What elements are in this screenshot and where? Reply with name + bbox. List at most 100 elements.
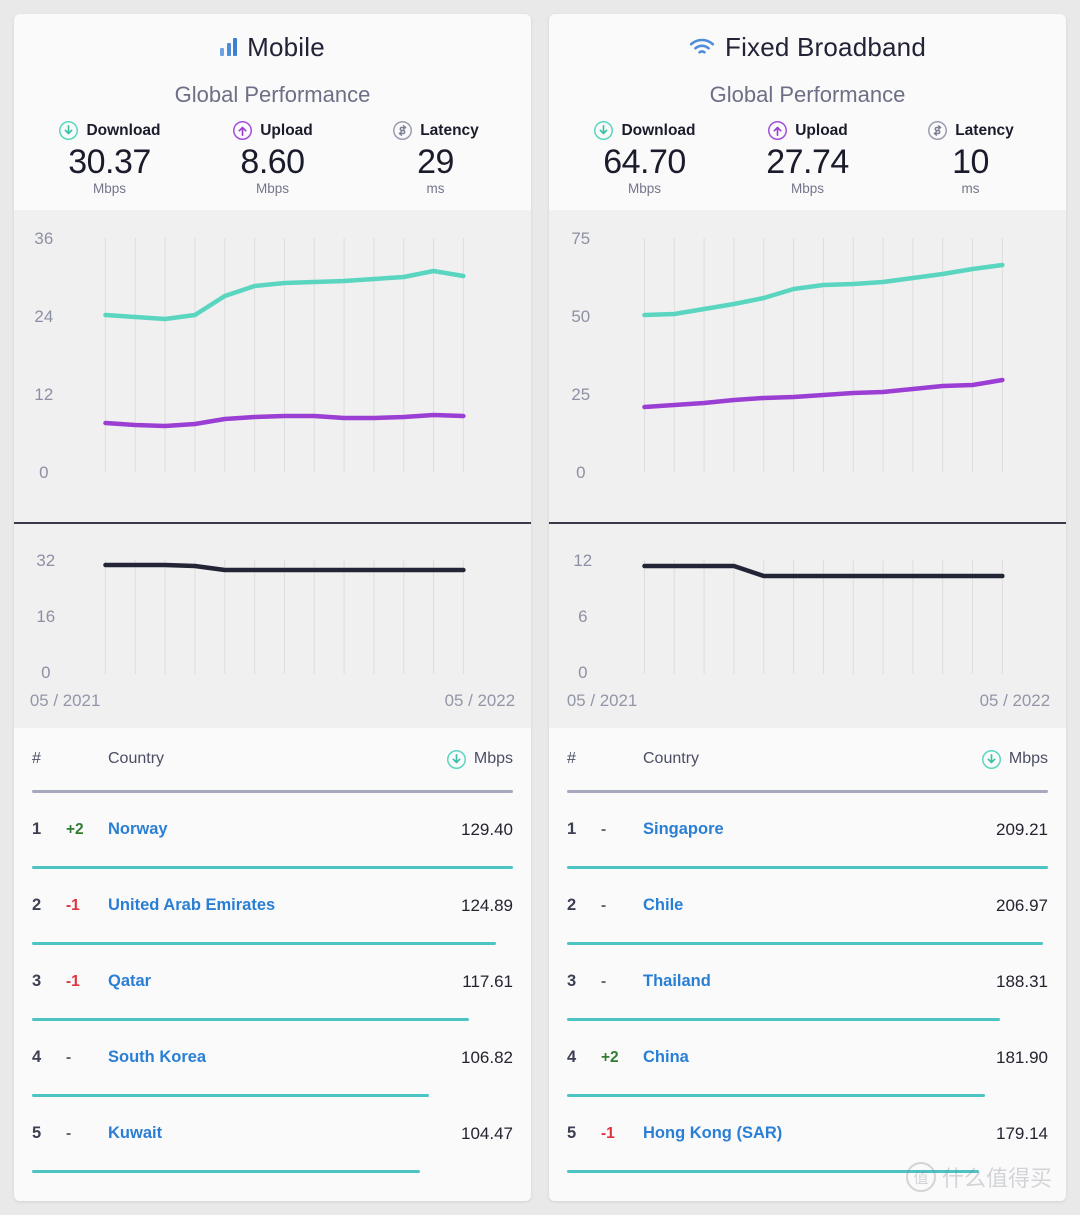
row-value: 106.82	[461, 1048, 513, 1068]
chart-speed-mobile: 36 24 12 0	[14, 210, 531, 524]
row-country-link[interactable]: China	[643, 1048, 996, 1067]
chart-latency-mobile-svg: 32 16 0 05 / 2021 05 / 2022	[14, 524, 531, 728]
latency-swap-icon	[927, 120, 948, 141]
row-rank-change: -1	[601, 1125, 643, 1143]
row-country-link[interactable]: Hong Kong (SAR)	[643, 1124, 996, 1143]
metric-value: 8.60	[240, 143, 304, 182]
row-speed-bar-track	[32, 1094, 513, 1097]
table-row[interactable]: 2 -1 United Arab Emirates 124.89	[32, 869, 513, 942]
row-rank: 1	[567, 820, 601, 839]
row-rank: 2	[32, 896, 66, 915]
download-arrow-icon	[58, 120, 79, 141]
metric-upload: Upload 8.60 Mbps	[191, 120, 354, 196]
table-row[interactable]: 5 -1 Hong Kong (SAR) 179.14	[567, 1097, 1048, 1170]
x-tick-end: 05 / 2022	[445, 691, 515, 710]
table-row[interactable]: 3 -1 Qatar 117.61	[32, 945, 513, 1018]
row-speed-bar-track	[567, 866, 1048, 869]
row-rank-change: -	[601, 897, 643, 915]
row-rank-change: -1	[66, 973, 108, 991]
panel-header-fixed-broadband: Fixed Broadband	[549, 14, 1066, 80]
metric-label: Download	[621, 122, 695, 140]
row-country-link[interactable]: Thailand	[643, 972, 996, 991]
metric-unit: Mbps	[628, 181, 661, 196]
row-value: 188.31	[996, 972, 1048, 992]
row-speed-bar-track	[567, 942, 1048, 945]
table-row[interactable]: 4 +2 China 181.90	[567, 1021, 1048, 1094]
row-value: 181.90	[996, 1048, 1048, 1068]
col-header-rank: #	[567, 750, 601, 768]
chart-speed-fixed-broadband: 75 50 25 0	[549, 210, 1066, 524]
metric-value: 64.70	[603, 143, 686, 182]
col-header-country: Country	[643, 750, 981, 768]
table-row[interactable]: 2 - Chile 206.97	[567, 869, 1048, 942]
row-rank: 4	[567, 1048, 601, 1067]
y-axis-labels: 75 50 25 0	[571, 229, 590, 482]
row-speed-bar-track	[32, 866, 513, 869]
panel-fixed-broadband: Fixed Broadband Global Performance Downl…	[549, 14, 1066, 1201]
row-country-link[interactable]: South Korea	[108, 1048, 461, 1067]
wifi-icon	[689, 37, 715, 57]
metric-unit: Mbps	[791, 181, 824, 196]
metric-upload: Upload 27.74 Mbps	[726, 120, 889, 196]
chart-gridlines	[105, 238, 463, 472]
ranking-table-mobile: # Country Mbps 1 +2 Norway 129.40	[14, 728, 531, 1201]
row-country-link[interactable]: Singapore	[643, 820, 996, 839]
row-country-link[interactable]: United Arab Emirates	[108, 896, 461, 915]
table-row[interactable]: 1 +2 Norway 129.40	[32, 793, 513, 866]
x-tick-start: 05 / 2021	[30, 691, 100, 710]
metric-latency: Latency 29 ms	[354, 120, 517, 196]
row-country-link[interactable]: Chile	[643, 896, 996, 915]
row-country-link[interactable]: Kuwait	[108, 1124, 461, 1143]
table-row[interactable]: 1 - Singapore 209.21	[567, 793, 1048, 866]
row-rank-change: -	[601, 973, 643, 991]
upload-arrow-icon	[767, 120, 788, 141]
speedtest-global-index: Mobile Global Performance Download 30.37…	[0, 0, 1080, 1215]
row-speed-bar-fill	[32, 1094, 429, 1097]
row-value: 117.61	[462, 972, 513, 992]
row-rank-change: -	[601, 821, 643, 839]
upload-arrow-icon	[232, 120, 253, 141]
row-speed-bar-fill	[32, 942, 496, 945]
row-value: 206.97	[996, 896, 1048, 916]
bar-chart-icon	[220, 38, 237, 56]
latency-swap-icon	[392, 120, 413, 141]
row-value: 179.14	[996, 1124, 1048, 1144]
row-speed-bar-fill	[32, 1170, 420, 1173]
table-header-row: # Country Mbps	[32, 728, 513, 790]
row-rank: 5	[567, 1124, 601, 1143]
y-tick: 75	[571, 229, 590, 248]
row-value: 124.89	[461, 896, 513, 916]
y-tick: 16	[36, 607, 55, 626]
metric-label: Upload	[795, 122, 848, 140]
y-tick: 36	[34, 229, 53, 248]
row-rank: 2	[567, 896, 601, 915]
chart-latency-mobile: 32 16 0 05 / 2021 05 / 2022	[14, 524, 531, 728]
row-country-link[interactable]: Norway	[108, 820, 461, 839]
metric-unit: ms	[427, 181, 445, 196]
row-rank-change: -	[66, 1125, 108, 1143]
table-row[interactable]: 4 - South Korea 106.82	[32, 1021, 513, 1094]
row-speed-bar-track	[32, 1018, 513, 1021]
table-row[interactable]: 5 - Kuwait 104.47	[32, 1097, 513, 1170]
row-rank: 5	[32, 1124, 66, 1143]
metric-unit: Mbps	[256, 181, 289, 196]
row-rank-change: +2	[66, 821, 108, 839]
row-speed-bar-fill	[32, 1018, 469, 1021]
col-header-unit-label: Mbps	[474, 750, 513, 768]
col-header-unit: Mbps	[981, 749, 1048, 770]
row-speed-bar-fill	[567, 1170, 979, 1173]
row-rank: 3	[567, 972, 601, 991]
row-country-link[interactable]: Qatar	[108, 972, 462, 991]
row-speed-bar-fill	[567, 942, 1043, 945]
metrics-row: Download 64.70 Mbps Upload 27.74 Mbps	[563, 120, 1052, 196]
y-tick: 0	[39, 463, 48, 482]
col-header-country: Country	[108, 750, 446, 768]
metric-download: Download 64.70 Mbps	[563, 120, 726, 196]
row-rank: 1	[32, 820, 66, 839]
ranking-table-fixed-broadband: # Country Mbps 1 - Singapore 209.21	[549, 728, 1066, 1201]
y-tick: 25	[571, 385, 590, 404]
table-row[interactable]: 3 - Thailand 188.31	[567, 945, 1048, 1018]
panel-header-mobile: Mobile	[14, 14, 531, 80]
y-tick: 0	[576, 463, 585, 482]
metric-unit: Mbps	[93, 181, 126, 196]
